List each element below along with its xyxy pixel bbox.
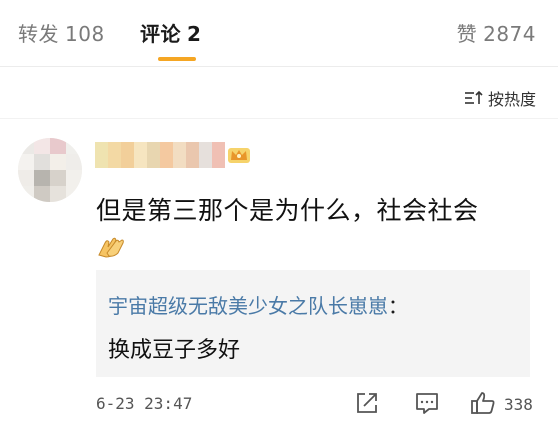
tab-comment-label: 评论 <box>140 22 181 46</box>
reply-author[interactable]: 宇宙超级无敌美少女之队长崽崽 <box>108 294 388 318</box>
reply-text: 换成豆子多好 <box>108 338 241 363</box>
tab-repost-count: 108 <box>65 22 105 46</box>
tab-like[interactable]: 赞 2874 <box>457 18 536 47</box>
thumbs-up-icon[interactable] <box>470 390 496 416</box>
tab-repost[interactable]: 转发 108 <box>18 18 105 47</box>
avatar[interactable] <box>18 138 82 202</box>
timestamp: 6-23 23:47 <box>96 394 193 413</box>
like-count: 338 <box>504 395 533 414</box>
active-tab-indicator <box>158 57 196 61</box>
comment-username[interactable] <box>95 142 225 168</box>
tab-bar: 转发 108 评论 2 赞 2874 <box>0 0 558 67</box>
reply-separator: ： <box>388 294 408 318</box>
tab-comment[interactable]: 评论 2 <box>140 18 201 47</box>
tab-like-label: 赞 <box>456 22 478 46</box>
ok-hand-emoji <box>98 237 124 258</box>
share-icon[interactable] <box>354 390 380 416</box>
reply-author-line: 宇宙超级无敌美少女之队长崽崽： <box>108 290 408 319</box>
sort-label: 按热度 <box>487 90 536 109</box>
tab-comment-count: 2 <box>187 22 202 46</box>
divider <box>0 118 558 119</box>
crown-icon <box>228 148 250 163</box>
reply-icon[interactable] <box>414 390 440 416</box>
tab-repost-label: 转发 <box>18 22 59 46</box>
tab-like-count: 2874 <box>483 22 536 46</box>
comment-footer: 6-23 23:47 338 <box>0 390 558 420</box>
reply-preview[interactable]: 宇宙超级无敌美少女之队长崽崽： 换成豆子多好 <box>96 270 530 377</box>
comment-text: 但是第三那个是为什么，社会社会 <box>96 196 479 225</box>
sort-icon <box>464 90 483 104</box>
sort-by-hot-button[interactable]: 按热度 <box>464 86 536 110</box>
